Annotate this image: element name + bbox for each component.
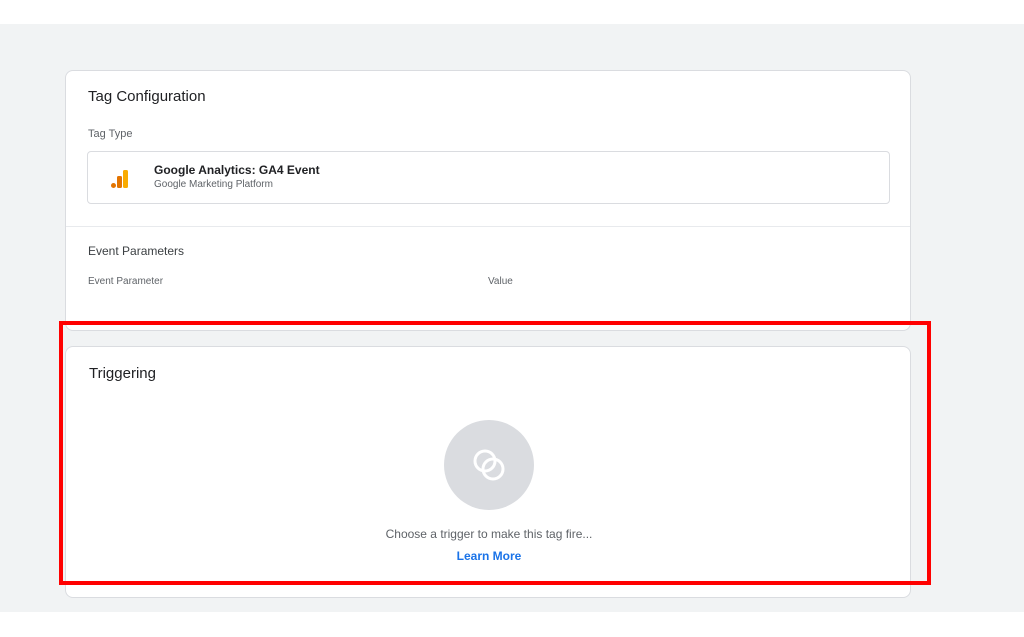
learn-more-link[interactable]: Learn More xyxy=(66,549,912,563)
value-column-header: Value xyxy=(488,276,513,287)
section-divider xyxy=(66,226,910,227)
trigger-icon xyxy=(473,449,505,481)
add-trigger-button[interactable] xyxy=(444,420,534,510)
event-parameter-column-header: Event Parameter xyxy=(88,276,164,287)
tag-configuration-title: Tag Configuration xyxy=(88,88,206,105)
tag-type-name: Google Analytics: GA4 Event xyxy=(154,163,320,177)
tag-type-selector[interactable]: Google Analytics: GA4 Event Google Marke… xyxy=(87,151,890,204)
google-analytics-icon xyxy=(111,170,128,188)
tag-configuration-card: Tag Configuration Tag Type Google Analyt… xyxy=(65,70,911,331)
triggering-title: Triggering xyxy=(89,365,156,382)
tag-type-provider: Google Marketing Platform xyxy=(154,179,273,190)
trigger-empty-message: Choose a trigger to make this tag fire..… xyxy=(385,527,593,541)
triggering-card[interactable]: Triggering Choose a trigger to make this… xyxy=(65,346,911,598)
event-parameters-title: Event Parameters xyxy=(88,244,185,258)
workspace: Tag Configuration Tag Type Google Analyt… xyxy=(0,24,1024,612)
tag-type-label: Tag Type xyxy=(88,128,133,140)
